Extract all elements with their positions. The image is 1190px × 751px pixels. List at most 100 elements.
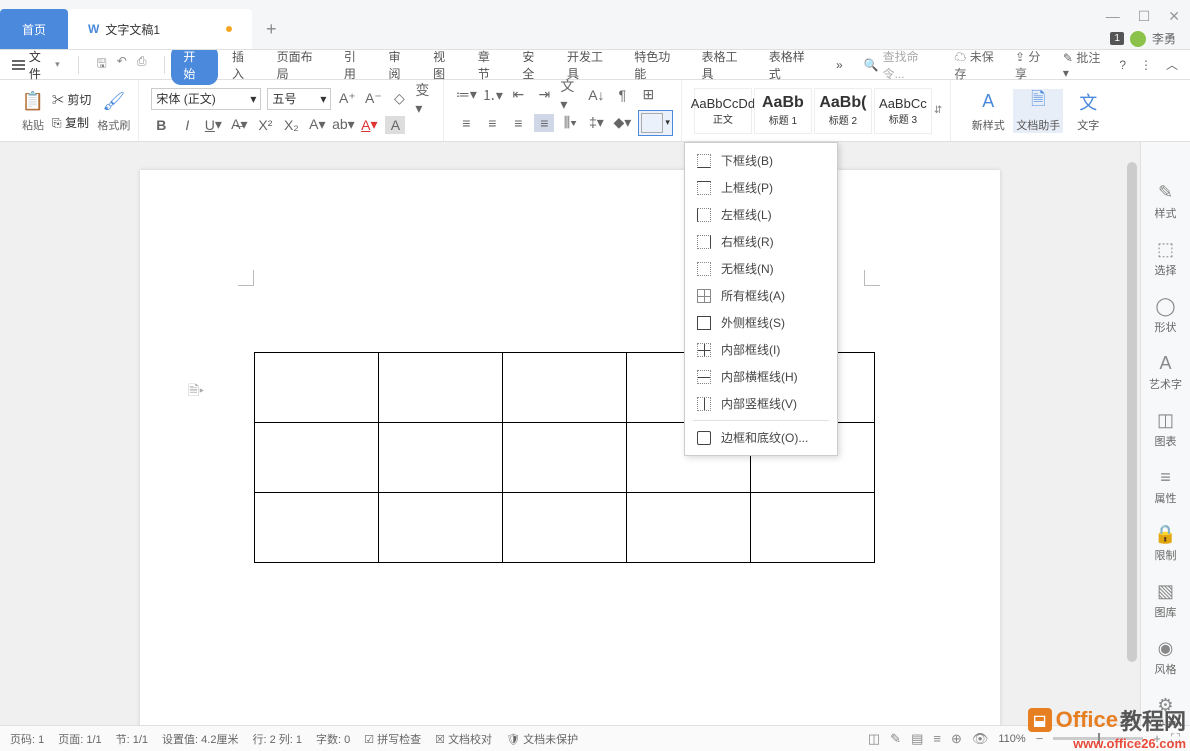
para-marks-icon[interactable]: ¶ <box>612 86 632 104</box>
menu-features[interactable]: 特色功能 <box>626 45 687 85</box>
border-top-item[interactable]: 上框线(P) <box>685 174 837 201</box>
collapse-ribbon-icon[interactable]: ︿ <box>1166 56 1178 73</box>
border-shading-item[interactable]: 边框和底纹(O)... <box>685 424 837 451</box>
zoom-level[interactable]: 110% <box>998 733 1025 745</box>
view-eye-icon[interactable]: 👁 <box>972 731 989 747</box>
border-right-item[interactable]: 右框线(R) <box>685 228 837 255</box>
indent-inc-icon[interactable]: ⇥ <box>534 86 554 104</box>
view-globe-icon[interactable]: ⊕ <box>951 731 962 747</box>
tab-add[interactable]: + <box>252 9 291 49</box>
view-print-icon[interactable]: ▤ <box>911 731 923 747</box>
vertical-scrollbar[interactable] <box>1124 142 1140 725</box>
menu-start[interactable]: 开始 <box>171 45 218 85</box>
menu-security[interactable]: 安全 <box>514 45 553 85</box>
highlight-icon[interactable]: ab▾ <box>333 116 353 134</box>
side-style[interactable]: ◉风格 <box>1155 638 1177 677</box>
side-shapes[interactable]: ◯形状 <box>1155 296 1177 335</box>
format-painter-button[interactable]: 🖌 格式刷 <box>97 89 130 133</box>
status-section[interactable]: 节: 1/1 <box>116 731 148 747</box>
view-web-icon[interactable]: ≡ <box>933 731 941 746</box>
page[interactable]: 🗎▸ <box>140 170 1000 725</box>
align-left-icon[interactable]: ≡ <box>456 114 476 132</box>
superscript-icon[interactable]: X² <box>255 116 275 134</box>
font-color-icon[interactable]: A▾ <box>359 116 379 134</box>
status-wordcount[interactable]: 字数: 0 <box>316 731 350 747</box>
border-none-item[interactable]: 无框线(N) <box>685 255 837 282</box>
phonetic-icon[interactable]: 变▾ <box>415 90 435 108</box>
status-page-no[interactable]: 页码: 1 <box>10 731 44 747</box>
menu-review[interactable]: 审阅 <box>381 45 420 85</box>
font-size-select[interactable]: 五号▾ <box>267 88 331 110</box>
align-justify-icon[interactable]: ≡ <box>534 114 554 132</box>
document-canvas[interactable]: 🗎▸ <box>0 142 1140 725</box>
cell-split-icon[interactable]: ⊞ <box>638 86 658 104</box>
menu-view[interactable]: 视图 <box>425 45 464 85</box>
doc-assistant-button[interactable]: 🗎 文档助手 <box>1013 89 1063 133</box>
menu-insert[interactable]: 插入 <box>224 45 263 85</box>
annotate-button[interactable]: ✎ 批注 ▾ <box>1063 49 1105 80</box>
paste-button[interactable]: 📋 粘贴 <box>20 89 46 133</box>
view-reading-icon[interactable]: ✎ <box>890 731 901 747</box>
status-page[interactable]: 页面: 1/1 <box>58 731 101 747</box>
bullets-icon[interactable]: ≔▾ <box>456 86 476 104</box>
sort-icon[interactable]: A↓ <box>586 86 606 104</box>
font-name-select[interactable]: 宋体 (正文)▾ <box>151 88 261 110</box>
border-inner-h-item[interactable]: 内部横框线(H) <box>685 363 837 390</box>
align-center-icon[interactable]: ≡ <box>482 114 502 132</box>
more-icon[interactable]: ⋮ <box>1140 58 1152 72</box>
strike-icon[interactable]: A̶▾ <box>229 116 249 134</box>
menu-page-layout[interactable]: 页面布局 <box>269 45 330 85</box>
file-menu[interactable]: 文件 ▾ <box>12 48 60 82</box>
text-direction-icon[interactable]: 文▾ <box>560 86 580 104</box>
tab-document[interactable]: W 文字文稿1 <box>68 9 252 49</box>
side-styles[interactable]: ✎样式 <box>1155 182 1177 221</box>
border-inner-v-item[interactable]: 内部竖框线(V) <box>685 390 837 417</box>
style-heading2[interactable]: AaBb(标题 2 <box>814 88 872 134</box>
maximize-button[interactable]: ☐ <box>1138 8 1151 25</box>
status-position[interactable]: 设置值: 4.2厘米 <box>162 731 238 747</box>
italic-icon[interactable]: I <box>177 116 197 134</box>
style-expand-icon[interactable]: ⇵ <box>934 105 942 116</box>
help-icon[interactable]: ? <box>1119 58 1126 72</box>
status-spellcheck[interactable]: ☑ 拼写检查 <box>364 731 421 747</box>
style-heading1[interactable]: AaBb标题 1 <box>754 88 812 134</box>
unsaved-button[interactable]: ☁ 未保存 <box>954 48 1001 82</box>
save-icon[interactable]: 🖫 <box>97 54 107 75</box>
bold-icon[interactable]: B <box>151 116 171 134</box>
align-right-icon[interactable]: ≡ <box>508 114 528 132</box>
distribute-icon[interactable]: ⫼▾ <box>560 114 580 132</box>
copy-button[interactable]: ⎘ 复制 <box>52 114 91 131</box>
menu-references[interactable]: 引用 <box>336 45 375 85</box>
undo-icon[interactable]: ↶ <box>117 54 127 75</box>
border-bottom-item[interactable]: 下框线(B) <box>685 147 837 174</box>
close-button[interactable]: ✕ <box>1168 8 1180 25</box>
border-inner-item[interactable]: 内部框线(I) <box>685 336 837 363</box>
border-left-item[interactable]: 左框线(L) <box>685 201 837 228</box>
char-shading-icon[interactable]: A <box>385 116 405 134</box>
user-area[interactable]: 1 李勇 <box>1110 30 1176 47</box>
text-effects-icon[interactable]: A▾ <box>307 116 327 134</box>
side-restrict[interactable]: 🔒限制 <box>1154 524 1176 563</box>
numbering-icon[interactable]: ⒈▾ <box>482 86 502 104</box>
shading-icon[interactable]: ◆▾ <box>612 114 632 132</box>
menu-table-tools[interactable]: 表格工具 <box>693 45 754 85</box>
border-all-item[interactable]: 所有框线(A) <box>685 282 837 309</box>
side-properties[interactable]: ≡属性 <box>1155 467 1177 506</box>
command-search[interactable]: 🔍 查找命令... <box>857 45 941 85</box>
status-proofread[interactable]: ☒ 文档校对 <box>435 731 492 747</box>
page-handle-icon[interactable]: 🗎▸ <box>188 380 204 404</box>
cut-button[interactable]: ✂ 剪切 <box>52 91 91 108</box>
grow-font-icon[interactable]: A⁺ <box>337 90 357 108</box>
scrollbar-thumb[interactable] <box>1127 162 1137 662</box>
style-heading3[interactable]: AaBbCc标题 3 <box>874 88 932 134</box>
borders-dropdown[interactable]: ▾ <box>638 110 673 136</box>
indent-dec-icon[interactable]: ⇤ <box>508 86 528 104</box>
side-wordart[interactable]: A艺术字 <box>1149 353 1182 392</box>
print-icon[interactable]: ⎙ <box>137 54 147 75</box>
border-outer-item[interactable]: 外侧框线(S) <box>685 309 837 336</box>
status-protection[interactable]: 🛡 文档未保护 <box>506 731 578 747</box>
menu-table-style[interactable]: 表格样式 <box>761 45 822 85</box>
minimize-button[interactable]: — <box>1106 8 1120 25</box>
style-normal[interactable]: AaBbCcDd正文 <box>694 88 752 134</box>
tab-home[interactable]: 首页 <box>0 9 68 49</box>
